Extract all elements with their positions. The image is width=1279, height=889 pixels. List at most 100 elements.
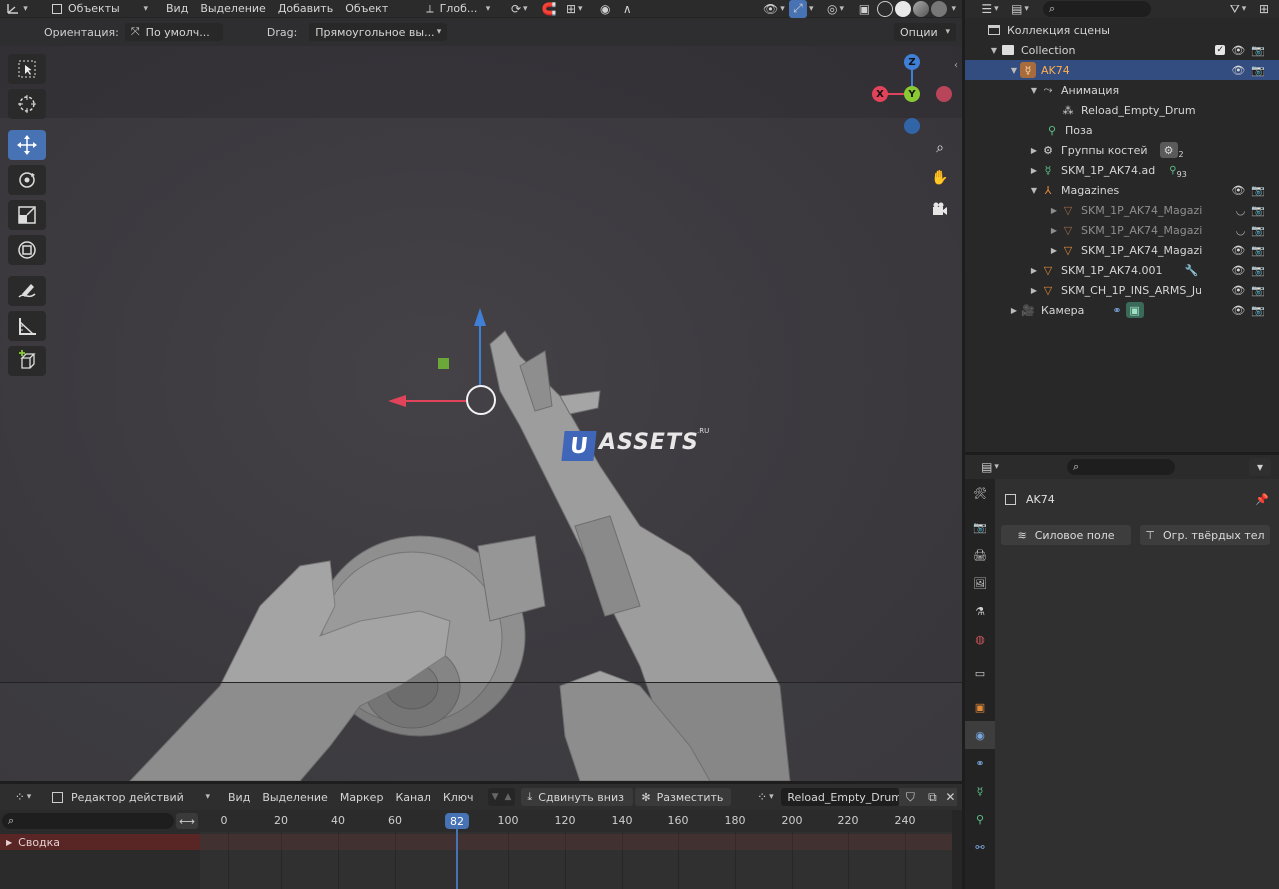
expand-arrow-icon[interactable]: ▶ <box>1049 226 1059 235</box>
tab-output[interactable]: 🖨 <box>965 541 995 569</box>
outliner-row-mesh-ak74[interactable]: ▶ ▽ SKM_1P_AK74.001 🔧 👁 📷 <box>965 260 1279 280</box>
outliner-row-mesh[interactable]: ▶ ▽ SKM_1P_AK74_Magazin 👁 📷 <box>965 240 1279 260</box>
visibility-icon[interactable]: 👁 ▾ <box>759 0 789 18</box>
outliner-row-collection[interactable]: ▼ Collection ✓ 👁 📷 <box>965 40 1279 60</box>
expand-arrow-icon[interactable]: ▼ <box>989 46 999 55</box>
render-camera-icon[interactable]: 📷 <box>1251 304 1265 317</box>
pin-icon[interactable]: 📌 <box>1255 493 1269 506</box>
gizmo-neg-x-axis[interactable] <box>936 86 952 102</box>
menu-select[interactable]: Выделение <box>256 788 334 806</box>
properties-options-icon[interactable]: ▾ <box>1249 458 1271 476</box>
eye-icon[interactable]: 👁 <box>1231 44 1245 57</box>
tab-constraints[interactable]: ⚭ <box>965 749 995 777</box>
expand-arrow-icon[interactable]: ▶ <box>1049 206 1059 215</box>
tab-render[interactable]: 📷 <box>965 513 995 541</box>
expand-arrow-icon[interactable]: ▶ <box>1049 246 1059 255</box>
solid-shading-icon[interactable] <box>895 0 912 17</box>
transform-gizmo[interactable] <box>388 308 496 415</box>
tab-collection[interactable]: ▭ <box>965 659 995 687</box>
drag-select[interactable]: Прямоугольное вы... ▾ <box>309 23 448 41</box>
dopesheet-editor-type-icon[interactable]: ⁘ ▾ <box>8 788 38 806</box>
render-camera-icon[interactable]: 📷 <box>1251 264 1265 277</box>
gizmo-toggle-icon[interactable]: ⤢ <box>788 0 807 18</box>
eye-icon[interactable]: 👁 <box>1231 184 1245 197</box>
menu-object[interactable]: Объект <box>339 0 394 18</box>
transform-orientation-select[interactable]: ⟂ Глоб... ▾ <box>420 0 496 18</box>
outliner-row-mesh[interactable]: ▶ ▽ SKM_1P_AK74_Magazin ◡ 📷 <box>965 220 1279 240</box>
render-camera-icon[interactable]: 📷 <box>1251 64 1265 77</box>
tab-tool[interactable]: 🛠 <box>965 479 995 507</box>
orientation-select[interactable]: ⤧ По умолч... <box>124 23 223 41</box>
tab-bone[interactable]: ⚲ <box>965 805 995 833</box>
eye-icon[interactable]: 👁 <box>1231 244 1245 257</box>
expand-arrow-icon[interactable]: ▶ <box>1009 306 1019 315</box>
pan-hand-icon[interactable]: ✋ <box>928 166 952 190</box>
tab-view-layer[interactable]: 🖼 <box>965 569 995 597</box>
expand-arrow-icon[interactable]: ▶ <box>1029 146 1039 155</box>
timeline-ruler[interactable]: ⌕ ⟷ 0 20 40 60 100 120 140 160 180 200 2… <box>0 810 962 832</box>
menu-marker[interactable]: Маркер <box>334 788 390 806</box>
filter-icon[interactable]: ⛛ ▾ <box>1223 0 1253 18</box>
display-mode-icon[interactable]: ▤ ▾ <box>1005 0 1035 18</box>
playhead-line[interactable] <box>456 829 458 889</box>
menu-channel[interactable]: Канал <box>389 788 437 806</box>
channel-search-input[interactable]: ⌕ <box>2 813 174 829</box>
outliner-row-animation[interactable]: ▼ ⤳ Анимация <box>965 80 1279 100</box>
measure-tool[interactable] <box>8 311 46 341</box>
select-box-tool[interactable] <box>8 54 46 84</box>
outliner-row-magazines[interactable]: ▼ ⅄ Magazines 👁 📷 <box>965 180 1279 200</box>
tab-object[interactable]: ▣ <box>965 693 995 721</box>
menu-view[interactable]: Вид <box>160 0 194 18</box>
outliner-row-pose[interactable]: ⚲ Поза <box>965 120 1279 140</box>
layer-down-icon[interactable]: ▼ <box>492 792 499 802</box>
expand-arrow-icon[interactable]: ▼ <box>1029 186 1039 195</box>
camera-view-icon[interactable] <box>928 197 952 221</box>
options-button[interactable]: Опции ▾ <box>894 23 956 41</box>
add-cube-tool[interactable] <box>8 346 46 376</box>
summary-channel[interactable]: ▶ Сводка <box>0 834 200 850</box>
expand-arrow-icon[interactable]: ▶ <box>1029 266 1039 275</box>
zoom-icon[interactable]: ⌕ <box>928 136 952 160</box>
outliner-editor-type-icon[interactable]: ☰ ▾ <box>975 0 1005 18</box>
tab-world[interactable]: ◍ <box>965 625 995 653</box>
expand-arrow-icon[interactable]: ▼ <box>1029 86 1039 95</box>
tab-physics[interactable]: ◉ <box>965 721 995 749</box>
action-editor-scrollbar[interactable] <box>952 810 962 889</box>
duplicate-action-icon[interactable]: ⧉ <box>921 788 944 806</box>
outliner-row-ak74[interactable]: ▼ ☿ AK74 👁 📷 <box>965 60 1279 80</box>
viewport-scene[interactable] <box>0 46 962 781</box>
overlays-icon[interactable]: ◎ ▾ <box>821 0 849 18</box>
editor-type-button[interactable]: ▾ <box>0 0 34 18</box>
pivot-point-icon[interactable]: ⟳ ▾ <box>504 0 534 18</box>
scale-tool[interactable] <box>8 200 46 230</box>
move-tool[interactable] <box>8 130 46 160</box>
render-camera-icon[interactable]: 📷 <box>1251 44 1265 57</box>
editor-mode-select[interactable]: Редактор действий ▾ <box>46 788 216 806</box>
gizmo-z-axis[interactable]: Z <box>904 54 920 70</box>
force-field-button[interactable]: ≋ Силовое поле <box>1001 525 1131 545</box>
annotate-tool[interactable] <box>8 276 46 306</box>
rotate-tool[interactable] <box>8 165 46 195</box>
wireframe-shading-icon[interactable] <box>877 0 894 17</box>
stash-button[interactable]: ✻ Разместить <box>635 788 732 806</box>
outliner-search-input[interactable]: ⌕ <box>1043 1 1151 17</box>
eye-closed-icon[interactable]: ◡ <box>1236 224 1246 237</box>
eye-icon[interactable]: 👁 <box>1231 264 1245 277</box>
render-camera-icon[interactable]: 📷 <box>1251 244 1265 257</box>
menu-key[interactable]: Ключ <box>437 788 480 806</box>
layer-up-icon[interactable]: ▲ <box>504 792 511 802</box>
properties-editor-type-icon[interactable]: ▤ ▾ <box>975 458 1005 476</box>
browse-action-icon[interactable]: ⁘ ▾ <box>751 788 779 806</box>
menu-view[interactable]: Вид <box>222 788 256 806</box>
only-selected-toggle-icon[interactable]: ⟷ <box>176 813 198 829</box>
eye-icon[interactable]: 👁 <box>1231 64 1245 77</box>
outliner-row-camera[interactable]: ▶ 🎥 Камера ⚭ ▣ 👁 📷 <box>965 300 1279 320</box>
outliner-row-bone-groups[interactable]: ▶ ⚙ Группы костей ⚙ 2 <box>965 140 1279 160</box>
exclude-checkbox[interactable]: ✓ <box>1215 45 1226 55</box>
cursor-tool[interactable] <box>8 89 46 119</box>
material-shading-icon[interactable] <box>913 0 930 17</box>
current-frame-indicator[interactable]: 82 <box>445 813 469 829</box>
transform-tool[interactable] <box>8 235 46 265</box>
mode-select[interactable]: Объекты ▾ <box>46 0 154 18</box>
sidebar-toggle-icon[interactable]: ‹ <box>954 60 958 71</box>
